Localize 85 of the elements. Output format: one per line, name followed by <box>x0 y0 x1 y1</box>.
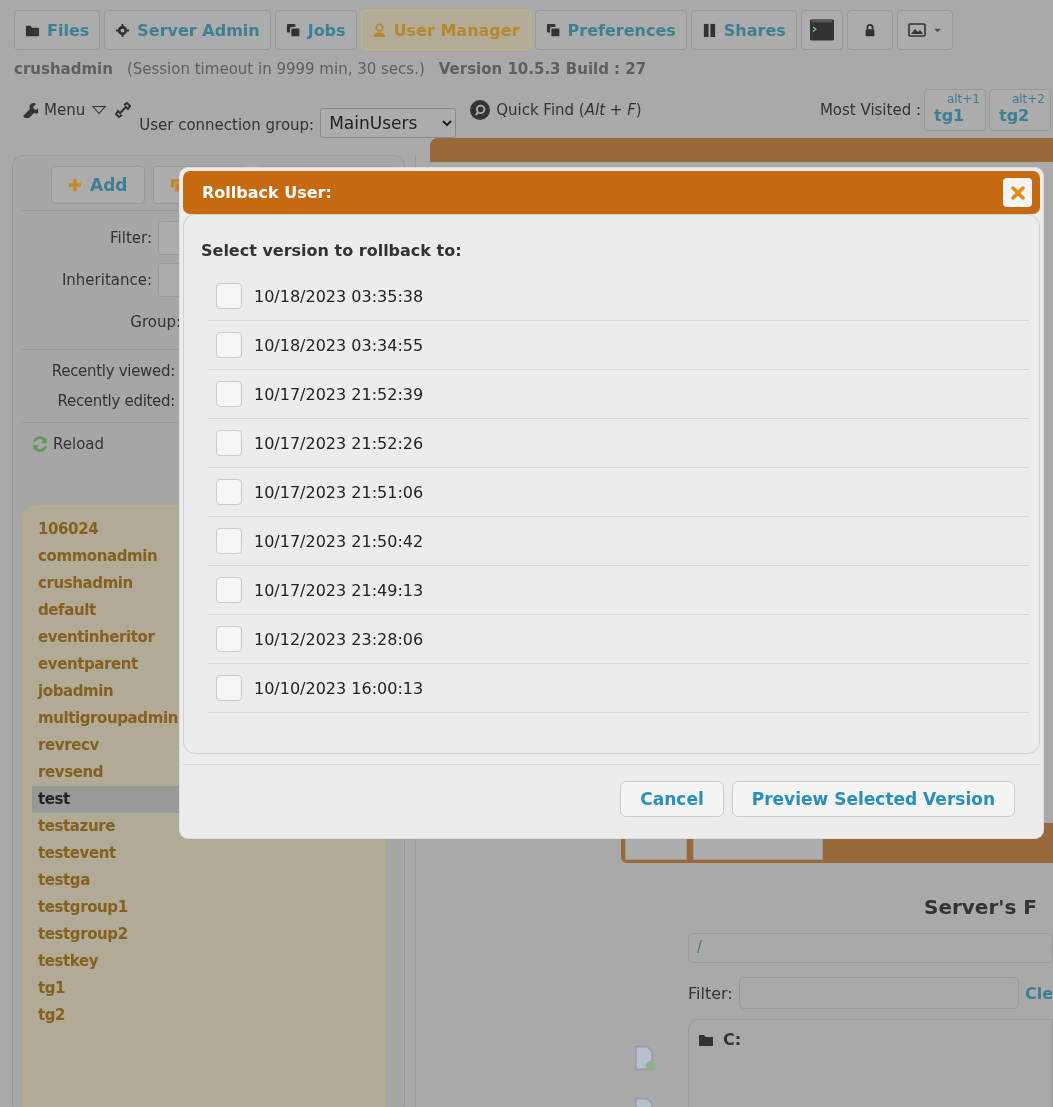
version-date: 10/10/2023 16:00:13 <box>254 678 424 698</box>
terminal-button[interactable] <box>800 10 843 50</box>
user-list-item[interactable]: testga <box>32 867 94 894</box>
filter-label: Group: <box>129 313 181 331</box>
user-list-item[interactable]: multigroupadmin <box>32 705 182 732</box>
connection-group-select[interactable]: MainUsers <box>320 108 457 138</box>
nav-tab[interactable]: Server Admin <box>104 10 271 50</box>
close-button[interactable] <box>1003 178 1032 207</box>
user-list-item[interactable]: revsend <box>32 759 108 786</box>
user-list-item[interactable]: tg2 <box>32 1002 70 1029</box>
version-date: 10/17/2023 21:49:13 <box>254 580 424 600</box>
link-icon <box>115 102 132 118</box>
checkbox[interactable] <box>216 283 242 309</box>
preview-button[interactable]: Preview Selected Version <box>731 781 1015 817</box>
nav-tab[interactable]: Shares <box>690 10 797 50</box>
checkbox[interactable] <box>216 528 242 554</box>
tree-node[interactable]: C: <box>697 1030 1044 1049</box>
clear-link[interactable]: Cle <box>1024 983 1053 1003</box>
nav-tab[interactable]: Jobs <box>274 10 357 50</box>
connection-group-label: User connection group: <box>139 116 315 134</box>
image-dropdown-button[interactable] <box>896 10 953 50</box>
version-date: 10/17/2023 21:52:39 <box>254 384 424 404</box>
version-text: Version 10.5.3 Build : 27 <box>438 60 647 78</box>
user-list-item[interactable]: crushadmin <box>32 570 137 597</box>
user-list-item[interactable]: test <box>32 786 182 813</box>
most-visited-button[interactable]: alt+2 tg2 <box>989 89 1051 131</box>
caret-icon <box>91 103 108 117</box>
filter-label: Filter: <box>109 229 152 247</box>
user-list-item[interactable]: testgroup1 <box>32 894 132 921</box>
image-icon <box>907 22 926 38</box>
checkbox[interactable] <box>216 381 242 407</box>
checkbox[interactable] <box>216 675 242 701</box>
dialog-prompt: Select version to rollback to: <box>201 241 463 260</box>
checkbox[interactable] <box>216 577 242 603</box>
cancel-button[interactable]: Cancel <box>620 781 724 817</box>
version-date: 10/17/2023 21:52:26 <box>254 433 424 453</box>
recent-label: Recently viewed: <box>50 362 175 380</box>
nav-tab[interactable]: User Manager <box>360 10 531 50</box>
user-list-item[interactable]: 106024 <box>32 516 103 543</box>
most-visited-label: Most Visited : <box>819 101 921 119</box>
menu-button[interactable]: Menu <box>22 101 108 119</box>
most-visited-button[interactable]: alt+1 tg1 <box>924 89 986 131</box>
user-list-item[interactable]: jobadmin <box>32 678 118 705</box>
recent-label: Recently edited: <box>56 392 175 410</box>
nav-tab[interactable]: Preferences <box>534 10 687 50</box>
plus-icon <box>68 178 82 192</box>
person-icon <box>371 22 387 38</box>
reload-button[interactable]: Reload <box>31 435 105 453</box>
user-list-item[interactable]: testevent <box>32 840 120 867</box>
user-list-item[interactable]: revrecv <box>32 732 103 759</box>
quick-find-button[interactable]: Quick Find (Alt + F) <box>470 100 642 120</box>
search-icon <box>470 100 491 120</box>
server-files-title: Server's F <box>924 895 1038 919</box>
checkbox[interactable] <box>216 332 242 358</box>
version-date: 10/12/2023 23:28:06 <box>254 629 424 649</box>
close-icon <box>1009 184 1026 201</box>
checkbox[interactable] <box>216 479 242 505</box>
path-field[interactable]: / <box>688 933 1053 963</box>
user-list-item[interactable]: testazure <box>32 813 119 840</box>
dialog-title: Rollback User: <box>202 183 332 202</box>
checkbox[interactable] <box>216 626 242 652</box>
user-list-item[interactable]: testgroup2 <box>32 921 132 948</box>
version-date: 10/17/2023 21:51:06 <box>254 482 424 502</box>
filter-label: Inheritance: <box>60 271 152 289</box>
version-date: 10/18/2023 03:34:55 <box>254 335 424 355</box>
checkbox[interactable] <box>216 430 242 456</box>
refresh-icon <box>31 435 49 453</box>
user-list-item[interactable]: commonadmin <box>32 543 162 570</box>
user-list-item[interactable]: eventparent <box>32 651 142 678</box>
version-date: 10/18/2023 03:35:38 <box>254 286 424 306</box>
nav-tab[interactable]: Files <box>14 10 101 50</box>
add-button[interactable]: Add <box>51 166 145 204</box>
filter-label: Filter: <box>688 983 733 1003</box>
user-list-item[interactable]: tg1 <box>32 975 70 1002</box>
copy-icon <box>285 22 301 38</box>
lock-button[interactable] <box>846 10 893 50</box>
session-timeout-text: (Session timeout in 9999 min, 30 secs.) <box>126 60 425 78</box>
username-label: crushadmin <box>14 60 113 78</box>
wrench-icon <box>22 102 38 118</box>
terminal-icon <box>809 18 834 42</box>
user-list-item[interactable]: default <box>32 597 100 624</box>
user-list-item[interactable]: testkey <box>32 948 103 975</box>
version-date: 10/17/2023 21:50:42 <box>254 531 424 551</box>
user-list-item[interactable]: eventinheritor <box>32 624 159 651</box>
copy-icon <box>545 22 561 38</box>
